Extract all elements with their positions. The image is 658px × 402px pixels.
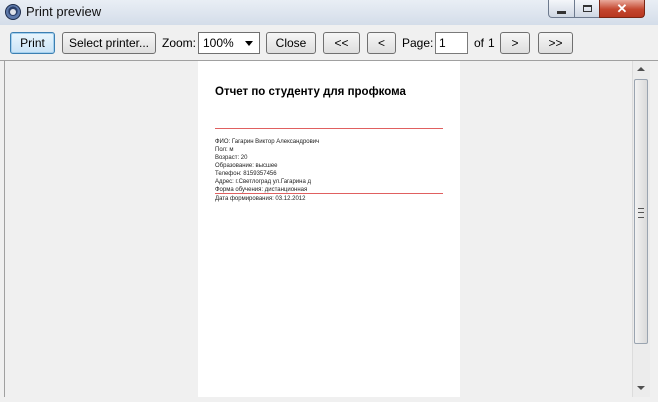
scroll-up-arrow-icon[interactable]: [637, 67, 645, 71]
top-divider: [215, 128, 443, 129]
total-pages: 1: [488, 36, 495, 50]
zoom-value: 100%: [203, 36, 234, 50]
of-label: of: [474, 36, 485, 50]
report-line: ФИО: Гагарин Виктор Александрович: [215, 139, 320, 145]
previous-page-button[interactable]: <: [367, 32, 396, 54]
bottom-divider: [215, 193, 443, 194]
page-number-input[interactable]: [435, 32, 468, 54]
title-bar: Print preview ✕: [0, 0, 658, 26]
vertical-scrollbar[interactable]: [632, 61, 650, 397]
grip-icon: [638, 208, 644, 218]
last-page-button[interactable]: >>: [538, 32, 573, 54]
report-date: Дата формирования: 03.12.2012: [215, 196, 306, 202]
next-page-button[interactable]: >: [500, 32, 530, 54]
report-page: Отчет по студенту для профкома ФИО: Гага…: [198, 61, 460, 397]
report-line: Возраст: 20: [215, 155, 248, 161]
scrollbar-thumb[interactable]: [634, 79, 648, 344]
first-page-button[interactable]: <<: [323, 32, 360, 54]
close-button[interactable]: Close: [266, 32, 316, 54]
preview-area[interactable]: Отчет по студенту для профкома ФИО: Гага…: [4, 61, 633, 397]
maximize-icon: [582, 5, 592, 12]
report-line: Пол: м: [215, 147, 234, 153]
chevron-down-icon: [245, 40, 253, 46]
toolbar: Print Select printer... Zoom: 100% Close…: [0, 25, 658, 61]
report-line: Телефон: 8159357456: [215, 171, 277, 177]
window-title: Print preview: [26, 4, 102, 19]
print-button[interactable]: Print: [10, 32, 55, 54]
page-label: Page:: [402, 36, 434, 50]
close-icon: ✕: [616, 0, 628, 16]
minimize-icon: [557, 10, 566, 14]
close-window-button[interactable]: ✕: [599, 0, 645, 18]
report-line: Адрес: г.Светлоград ул.Гагарина д: [215, 179, 311, 185]
app-icon: [5, 4, 21, 20]
report-title: Отчет по студенту для профкома: [215, 86, 406, 98]
report-line: Образование: высшее: [215, 163, 278, 169]
minimize-button[interactable]: [548, 0, 575, 18]
scroll-down-arrow-icon[interactable]: [637, 386, 645, 390]
zoom-label: Zoom:: [162, 36, 197, 50]
maximize-button[interactable]: [574, 0, 600, 18]
zoom-select[interactable]: 100%: [198, 32, 260, 54]
select-printer-button[interactable]: Select printer...: [62, 32, 156, 54]
